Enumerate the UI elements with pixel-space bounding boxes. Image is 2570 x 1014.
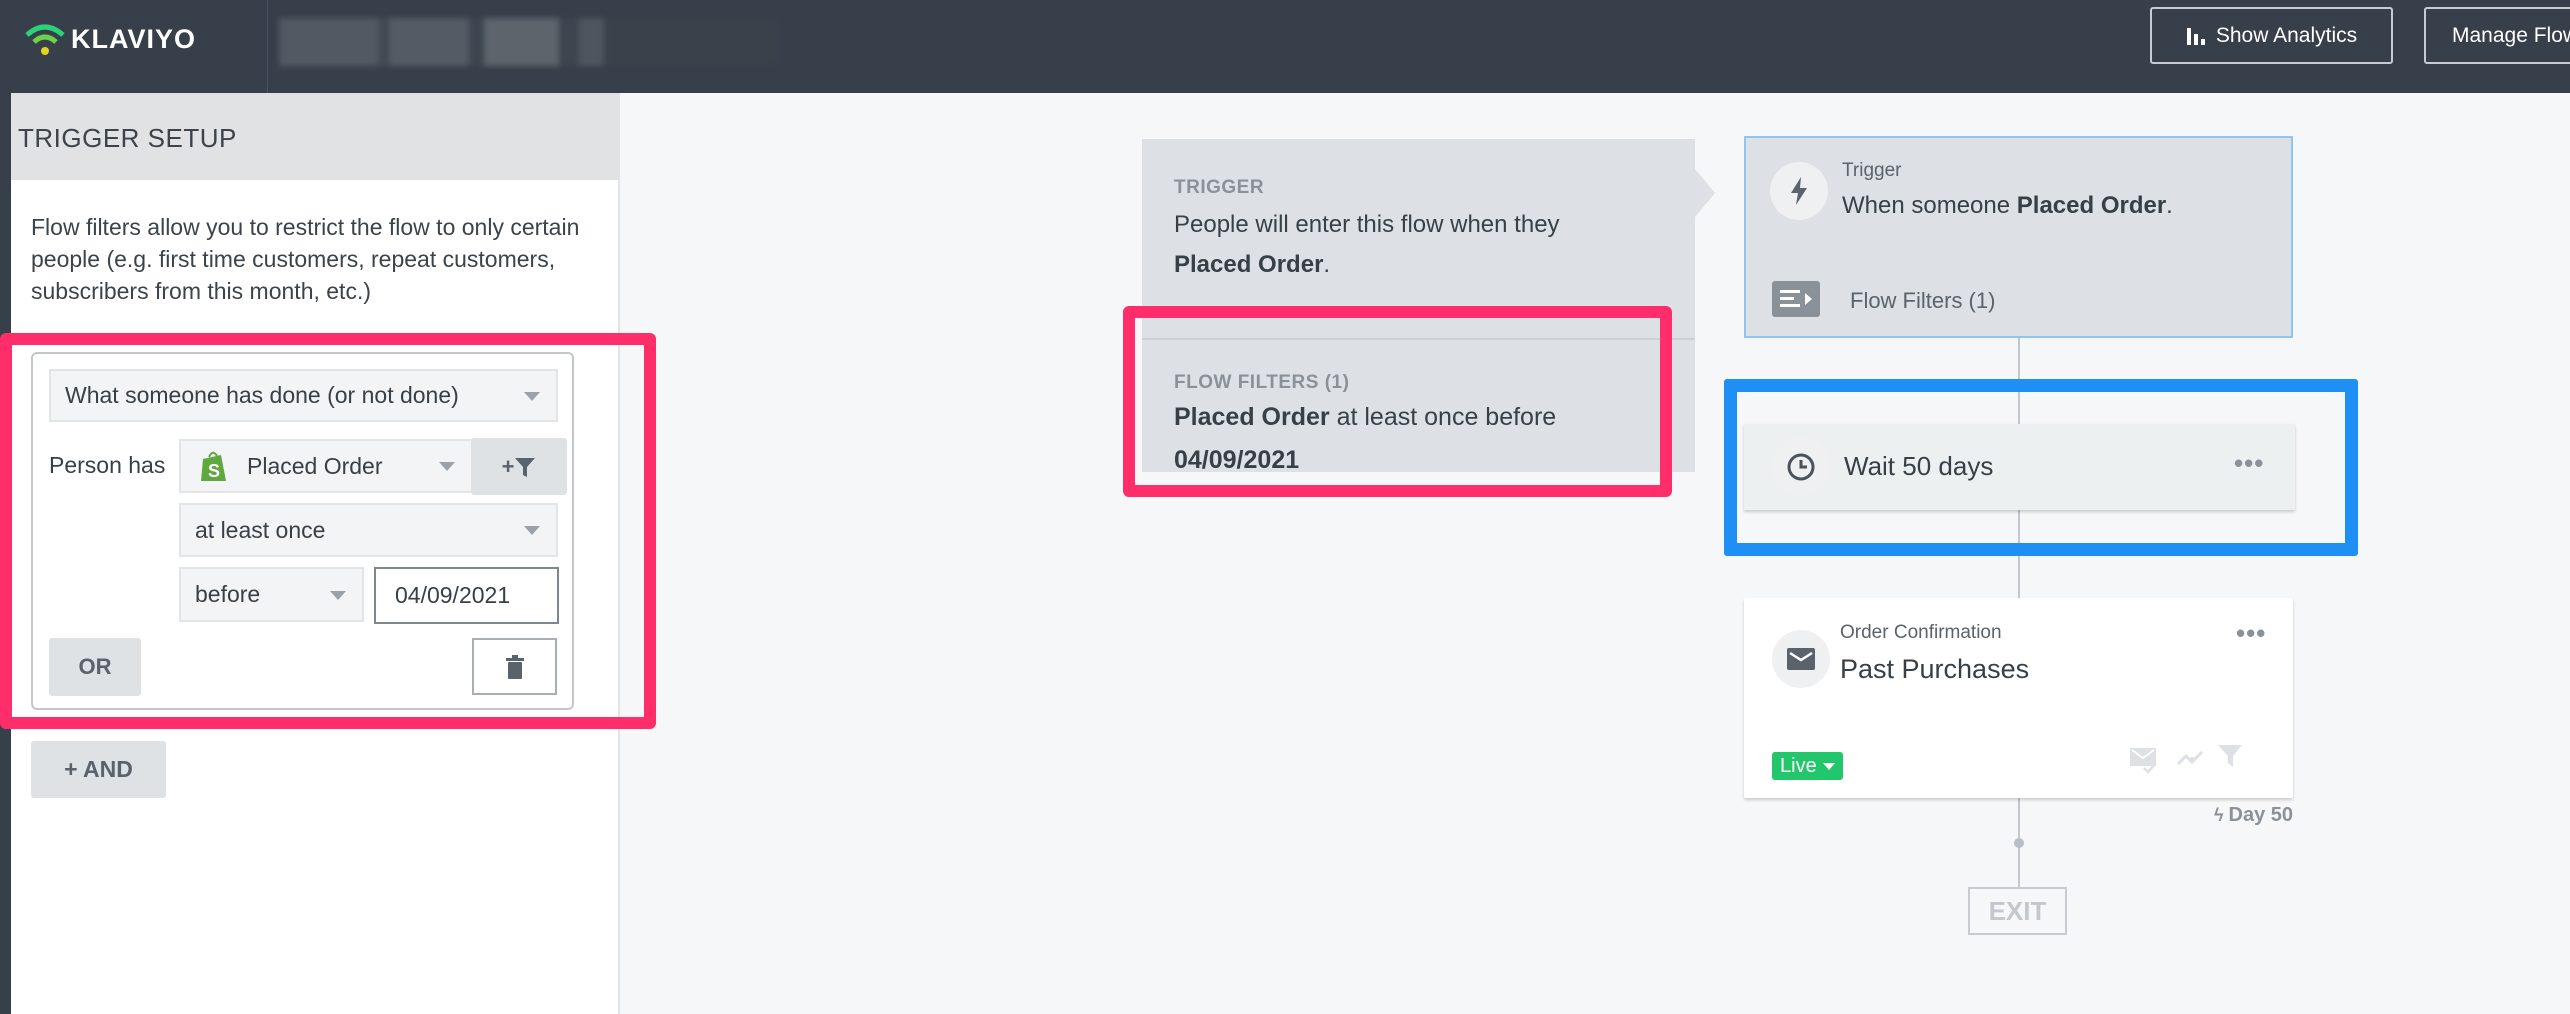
- header-divider: [267, 0, 268, 93]
- bar-chart-icon: [2186, 27, 2205, 45]
- lightning-icon: [1770, 162, 1828, 220]
- show-analytics-button[interactable]: Show Analytics: [2150, 7, 2393, 64]
- trigger-node-label: Trigger: [1842, 160, 1902, 181]
- email-node-title: Past Purchases: [1840, 654, 2030, 684]
- trigger-node-sentence: When someone: [1842, 192, 2017, 219]
- trigger-node-text: When someone Placed Order.: [1842, 192, 2173, 220]
- utm-tracking-icon: [2176, 750, 2204, 766]
- wait-node-text: Wait 50 days: [1844, 451, 1994, 481]
- clock-icon: [1772, 438, 1830, 496]
- caret-down-icon: [1822, 762, 1835, 770]
- day-value: Day 50: [2228, 804, 2294, 826]
- trigger-info-label: TRIGGER: [1174, 177, 1265, 198]
- envelope-icon: [1772, 630, 1830, 688]
- show-analytics-label: Show Analytics: [2215, 23, 2358, 47]
- trigger-info-text: People will enter this flow when they Pla…: [1174, 205, 1674, 285]
- day-label: ϟ Day 50: [2200, 804, 2293, 827]
- panel-description: Flow filters allow you to restrict the f…: [31, 214, 580, 304]
- trigger-info-pointer: [1695, 169, 1715, 217]
- flow-filters-icon: [1772, 281, 1820, 317]
- trigger-info-metric: Placed Order: [1174, 251, 1324, 278]
- highlight-box-flow-filters: [1123, 306, 1672, 497]
- trigger-info-suffix: .: [1323, 251, 1331, 278]
- manage-flow-button[interactable]: Manage Flow: [2424, 7, 2570, 64]
- email-node[interactable]: Order Confirmation Past Purchases ••• Li…: [1744, 598, 2293, 798]
- status-label: Live: [1780, 754, 1817, 777]
- trigger-info-sentence: People will enter this flow when they: [1174, 211, 1560, 238]
- lightning-icon: ϟ: [2213, 805, 2229, 825]
- smart-sending-icon: [2130, 748, 2157, 774]
- trigger-node-suffix: .: [2166, 192, 2173, 219]
- highlight-box-filter: [0, 333, 656, 729]
- trigger-node-metric: Placed Order: [2016, 192, 2167, 219]
- status-badge-live[interactable]: Live: [1772, 752, 1843, 780]
- klaviyo-logo[interactable]: KLAVIYO: [25, 14, 196, 64]
- trigger-node[interactable]: Trigger When someone Placed Order. Flow …: [1744, 136, 2293, 338]
- wait-node-menu[interactable]: •••: [2234, 448, 2264, 479]
- flow-filters-link[interactable]: Flow Filters (1): [1850, 288, 1995, 314]
- email-node-menu[interactable]: •••: [2236, 618, 2266, 649]
- panel-title: TRIGGER SETUP: [11, 93, 620, 180]
- wait-node[interactable]: Wait 50 days •••: [1744, 424, 2295, 510]
- klaviyo-wifi-icon: [25, 24, 65, 55]
- email-node-subtitle: Order Confirmation: [1840, 622, 2002, 643]
- connector-dot: [2014, 838, 2024, 848]
- filter-icon: [2218, 745, 2242, 767]
- exit-node: EXIT: [1968, 887, 2067, 935]
- logo-text: KLAVIYO: [71, 23, 197, 54]
- blurred-flow-name: [279, 18, 779, 66]
- manage-flow-label: Manage Flow: [2452, 23, 2570, 47]
- and-button[interactable]: + AND: [31, 741, 166, 798]
